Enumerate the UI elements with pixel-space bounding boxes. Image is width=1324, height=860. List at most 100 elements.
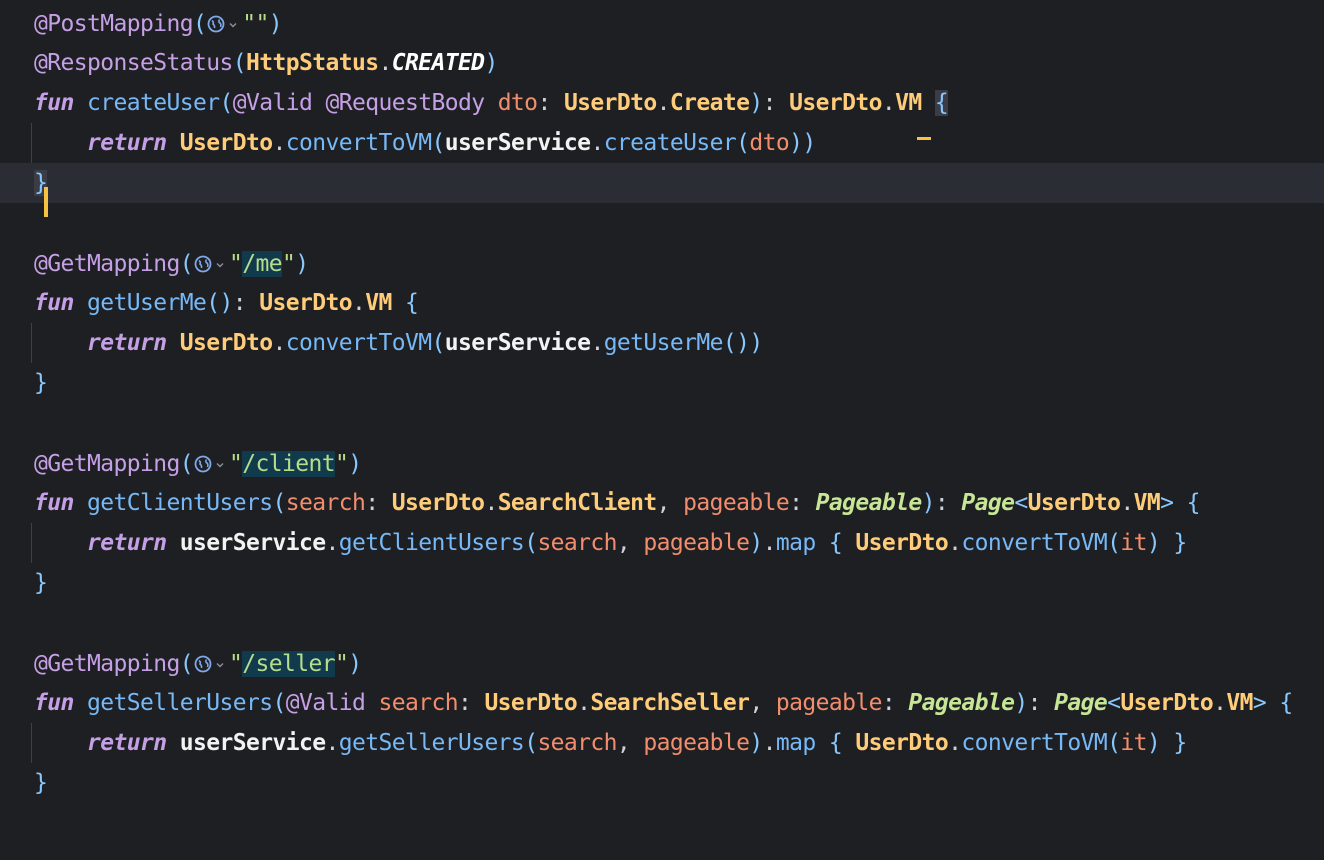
code-line[interactable]: @GetMapping("/me")	[0, 243, 1324, 283]
code-token: UserDto	[855, 730, 949, 756]
code-token: .	[272, 130, 286, 156]
indent-guide	[31, 523, 32, 563]
code-token: fun	[34, 90, 74, 116]
code-line[interactable]: }	[0, 163, 1324, 203]
code-token: /seller	[242, 651, 336, 677]
code-token: pageable	[643, 730, 750, 756]
code-token: map	[775, 530, 816, 556]
chevron-down-icon[interactable]	[215, 643, 225, 668]
code-token: ""	[242, 11, 269, 37]
code-line[interactable]: fun getClientUsers(search: UserDto.Searc…	[0, 483, 1324, 523]
chevron-down-icon[interactable]	[215, 443, 225, 468]
code-token: .	[1120, 490, 1134, 516]
code-token: (	[272, 490, 286, 516]
globe-icon[interactable]	[193, 447, 213, 473]
code-line[interactable]: return userService.getSellerUsers(search…	[0, 723, 1324, 763]
code-line[interactable]: fun getUserMe(): UserDto.VM {	[0, 283, 1324, 323]
code-line[interactable]	[0, 403, 1324, 443]
code-token: createUser	[603, 130, 737, 156]
code-line[interactable]: @GetMapping("/seller")	[0, 643, 1324, 683]
code-token: }	[34, 570, 48, 596]
code-line[interactable]: @GetMapping("/client")	[0, 443, 1324, 483]
code-token: }	[1173, 730, 1187, 756]
code-token: .	[1213, 690, 1227, 716]
globe-icon[interactable]	[206, 7, 226, 33]
code-token: .	[656, 90, 671, 116]
code-token: :	[365, 490, 392, 516]
code-token: {	[934, 90, 949, 116]
text-caret	[44, 187, 48, 217]
code-token: )	[1146, 530, 1161, 556]
code-line[interactable]	[0, 603, 1324, 643]
code-line[interactable]: @PostMapping("")	[0, 3, 1324, 43]
code-token: ))	[789, 130, 816, 156]
code-line[interactable]: return userService.getClientUsers(search…	[0, 523, 1324, 563]
code-token: {	[1279, 690, 1293, 716]
code-token: VM	[365, 290, 392, 316]
code-editor[interactable]: @PostMapping("") @ResponseStatus(HttpStat…	[0, 0, 1324, 860]
code-token: HttpStatus	[245, 50, 379, 76]
code-line[interactable]: return UserDto.convertToVM(userService.g…	[0, 323, 1324, 363]
code-line[interactable]: return UserDto.convertToVM(userService.c…	[0, 123, 1324, 163]
code-line[interactable]: fun createUser(@Valid @RequestBody dto: …	[0, 83, 1324, 123]
code-token: "	[228, 251, 243, 277]
code-token: return	[87, 530, 167, 556]
code-line[interactable]: }	[0, 763, 1324, 803]
code-token: }	[34, 770, 48, 796]
code-token: )	[749, 90, 763, 116]
code-token: convertToVM	[961, 730, 1108, 756]
code-line[interactable]: }	[0, 563, 1324, 603]
code-token: UserDto	[1027, 490, 1121, 516]
code-token: .	[272, 330, 286, 356]
code-token: {	[1186, 490, 1201, 516]
code-token: (	[1107, 730, 1121, 756]
code-token: convertToVM	[285, 330, 432, 356]
code-token: (	[524, 730, 538, 756]
code-token: :	[1027, 690, 1055, 716]
indent-guide	[31, 723, 32, 763]
globe-icon[interactable]	[193, 647, 213, 673]
code-token: {	[828, 530, 843, 556]
code-line[interactable]: fun getSellerUsers(@Valid search: UserDt…	[0, 683, 1324, 723]
code-token: (	[431, 330, 445, 356]
code-line[interactable]	[0, 203, 1324, 243]
code-token: convertToVM	[285, 130, 432, 156]
code-token: (	[1107, 530, 1121, 556]
code-token: ())	[722, 330, 763, 356]
code-token: .	[325, 730, 339, 756]
code-token: )	[268, 11, 283, 37]
code-token: UserDto	[391, 490, 485, 516]
code-token: search	[285, 490, 366, 516]
code-token: /client	[242, 451, 336, 477]
chevron-down-icon[interactable]	[228, 3, 238, 28]
code-token: SearchClient	[497, 490, 658, 516]
code-token: search	[537, 530, 617, 556]
code-token: .	[948, 530, 962, 556]
chevron-down-icon[interactable]	[215, 243, 225, 268]
code-token: UserDto	[179, 130, 273, 156]
code-token: "	[281, 251, 296, 277]
code-token: (	[179, 651, 194, 677]
code-token: <	[1014, 490, 1028, 516]
code-token: ,	[616, 730, 644, 756]
globe-icon[interactable]	[193, 247, 213, 273]
code-token: getClientUsers	[338, 530, 525, 556]
code-token: search	[537, 730, 617, 756]
code-line[interactable]: }	[0, 363, 1324, 403]
code-token: :	[789, 490, 816, 516]
indent-guide	[31, 123, 32, 163]
code-line[interactable]: @ResponseStatus(HttpStatus.CREATED)	[0, 43, 1324, 83]
